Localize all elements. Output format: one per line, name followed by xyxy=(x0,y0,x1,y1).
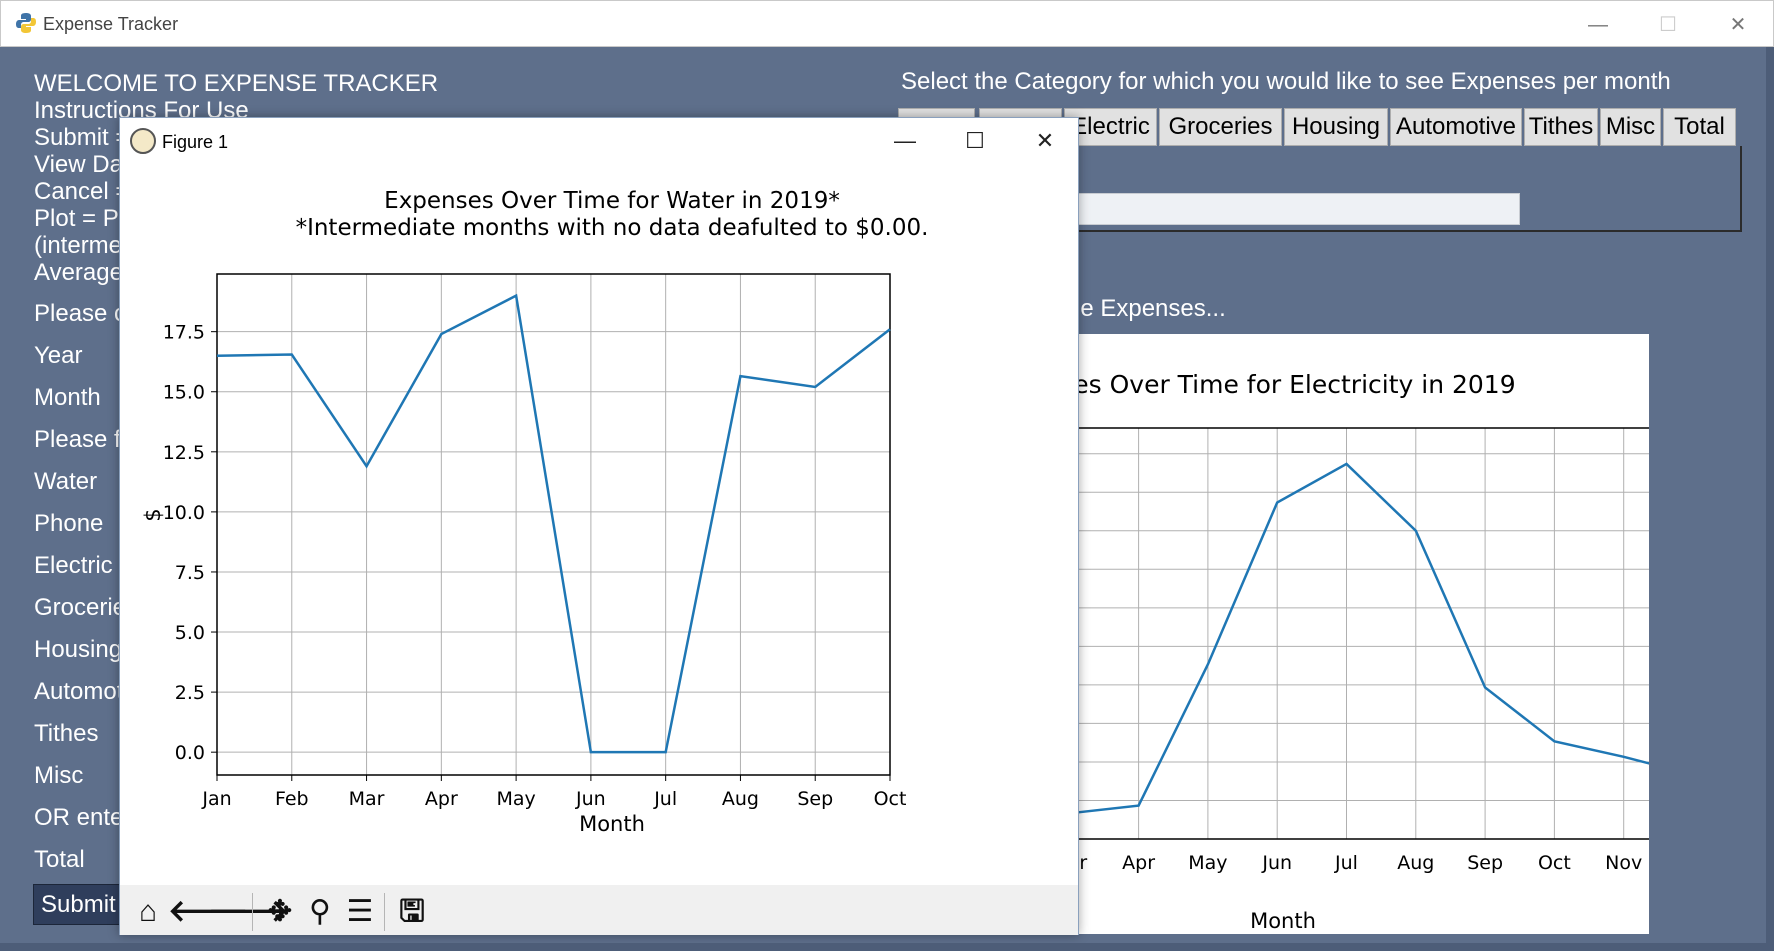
electric-label: Electric xyxy=(34,552,113,579)
tab-tithes[interactable]: Tithes xyxy=(1524,108,1598,146)
figure-minimize-button[interactable]: — xyxy=(880,126,930,156)
tab-groceries[interactable]: Groceries xyxy=(1159,108,1282,146)
x-tick-label: Jun xyxy=(575,788,606,810)
category-prompt: Select the Category for which you would … xyxy=(901,68,1671,95)
minimize-button[interactable]: — xyxy=(1576,10,1620,40)
x-tick-label: May xyxy=(1188,852,1227,874)
x-tick-label: May xyxy=(496,788,535,810)
year-label: Year xyxy=(34,342,83,369)
matplotlib-logo-icon xyxy=(130,128,156,154)
category-entry-field[interactable] xyxy=(1060,193,1520,225)
y-tick-label: 7.5 xyxy=(175,562,205,584)
save-icon[interactable]: 🖫 xyxy=(392,892,432,932)
configure-subplots-icon[interactable]: ☰ xyxy=(340,892,380,932)
tab-housing[interactable]: Housing xyxy=(1284,108,1388,146)
chart-title: nses Over Time for Electricity in 2019 xyxy=(1060,370,1516,399)
x-tick-label: Jul xyxy=(1334,852,1358,874)
back-arrow-icon[interactable]: 🡐 xyxy=(168,892,248,932)
figure-title-bar: Figure 1 — ☐ ✕ xyxy=(120,118,1078,164)
python-logo-icon xyxy=(16,13,36,33)
tab-misc[interactable]: Misc xyxy=(1600,108,1661,146)
maximize-button[interactable]: ☐ xyxy=(1646,10,1690,40)
y-axis-label: $ xyxy=(141,508,165,521)
toolbar-separator xyxy=(252,893,253,931)
prompt-label: Please c xyxy=(34,300,127,327)
y-tick-label: 10.0 xyxy=(163,502,205,524)
x-tick-label: Nov xyxy=(1605,852,1642,874)
x-tick-label: Aug xyxy=(1397,852,1434,874)
x-tick-label: Apr xyxy=(1122,852,1155,874)
y-tick-label: 0.0 xyxy=(175,742,205,764)
month-label: Month xyxy=(34,384,101,411)
pan-icon[interactable]: ✥ xyxy=(260,892,300,932)
x-tick-label: Oct xyxy=(874,788,907,810)
electricity-chart-canvas: nses Over Time for Electricity in 2019 M… xyxy=(999,334,1711,934)
x-tick-label: Oct xyxy=(1538,852,1571,874)
instructions-line: Submit = xyxy=(34,124,130,151)
instructions-line: View Da xyxy=(34,151,123,178)
figure-title: Figure 1 xyxy=(162,132,229,152)
x-tick-label: Jun xyxy=(1261,852,1292,874)
x-tick-label: Feb xyxy=(275,788,309,810)
fill-prompt-label: Please f xyxy=(34,426,121,453)
y-tick-label: 12.5 xyxy=(163,442,205,464)
chart-title: Expenses Over Time for Water in 2019* xyxy=(384,188,840,214)
x-tick-label: Sep xyxy=(1467,852,1503,874)
housing-label: Housing xyxy=(34,636,123,663)
x-tick-label: Apr xyxy=(425,788,458,810)
figure-maximize-button[interactable]: ☐ xyxy=(950,126,1000,156)
y-tick-label: 5.0 xyxy=(175,622,205,644)
chart-subtitle: *Intermediate months with no data deaful… xyxy=(296,215,929,241)
bottom-edge xyxy=(0,943,1774,951)
figure-close-button[interactable]: ✕ xyxy=(1020,126,1070,156)
electricity-chart: nses Over Time for Electricity in 2019 M… xyxy=(999,370,1711,933)
total-label: Total xyxy=(34,846,85,873)
or-enter-label: OR ente xyxy=(34,804,124,831)
instructions-line: (interme xyxy=(34,232,123,259)
home-icon[interactable]: ⌂ xyxy=(128,892,168,932)
automotive-label: Automot xyxy=(34,678,124,705)
zoom-icon[interactable]: ⚲ xyxy=(300,892,340,932)
water-chart: Expenses Over Time for Water in 2019* *I… xyxy=(141,188,929,836)
x-tick-label: Sep xyxy=(797,788,833,810)
forward-arrow-icon[interactable]: 🡒 xyxy=(208,892,288,932)
x-tick-labels: MarAprMayJunJulAugSepOctNovDec xyxy=(1051,852,1711,874)
toolbar-separator xyxy=(384,893,385,931)
water-series-line xyxy=(216,293,891,754)
chart-grid xyxy=(1060,428,1694,840)
tab-total[interactable]: Total xyxy=(1663,108,1736,146)
plot-frame xyxy=(999,427,1694,840)
y-tick-label: 17.5 xyxy=(163,322,205,344)
right-edge xyxy=(1766,47,1774,951)
y-tick-label: 15.0 xyxy=(163,382,205,404)
x-tick-labels: Jan Feb Mar Apr May Jun Jul Aug Sep Oct xyxy=(201,775,906,810)
x-tick-label: Mar xyxy=(349,788,385,810)
window-title: Expense Tracker xyxy=(43,14,179,34)
misc-label: Misc xyxy=(34,762,84,789)
y-tick-label: 2.5 xyxy=(175,682,205,704)
tab-automotive[interactable]: Automotive xyxy=(1390,108,1522,146)
figure-toolbar: ⌂ 🡐 🡒 ✥ ⚲ ☰ 🖫 xyxy=(120,885,1078,935)
electricity-series-line xyxy=(999,462,1694,825)
submit-button[interactable]: Submit xyxy=(33,884,121,925)
expenses-status-text: le Expenses... xyxy=(1075,295,1226,322)
x-tick-label: Aug xyxy=(722,788,759,810)
figure-window: Figure 1 — ☐ ✕ Expenses Over Time for Wa… xyxy=(119,117,1079,935)
water-label: Water xyxy=(34,468,98,495)
tithes-label: Tithes xyxy=(34,720,99,747)
y-tick-labels: 0.0 2.5 5.0 7.5 10.0 12.5 15.0 17.5 xyxy=(163,322,217,764)
welcome-heading: WELCOME TO EXPENSE TRACKER xyxy=(34,70,439,97)
x-axis-label: Month xyxy=(579,812,645,836)
window-title-bar: Expense Tracker — ☐ ✕ xyxy=(0,0,1774,47)
x-axis-label: Month xyxy=(1250,909,1316,933)
instructions-line: Average xyxy=(34,259,123,286)
x-tick-label: Jan xyxy=(201,788,231,810)
phone-label: Phone xyxy=(34,510,104,537)
instructions-line: Plot = P xyxy=(34,205,119,232)
instructions-line: Cancel = xyxy=(34,178,130,205)
x-tick-label: Jul xyxy=(653,788,677,810)
close-button[interactable]: ✕ xyxy=(1716,10,1760,40)
groceries-label: Grocerie xyxy=(34,594,127,621)
